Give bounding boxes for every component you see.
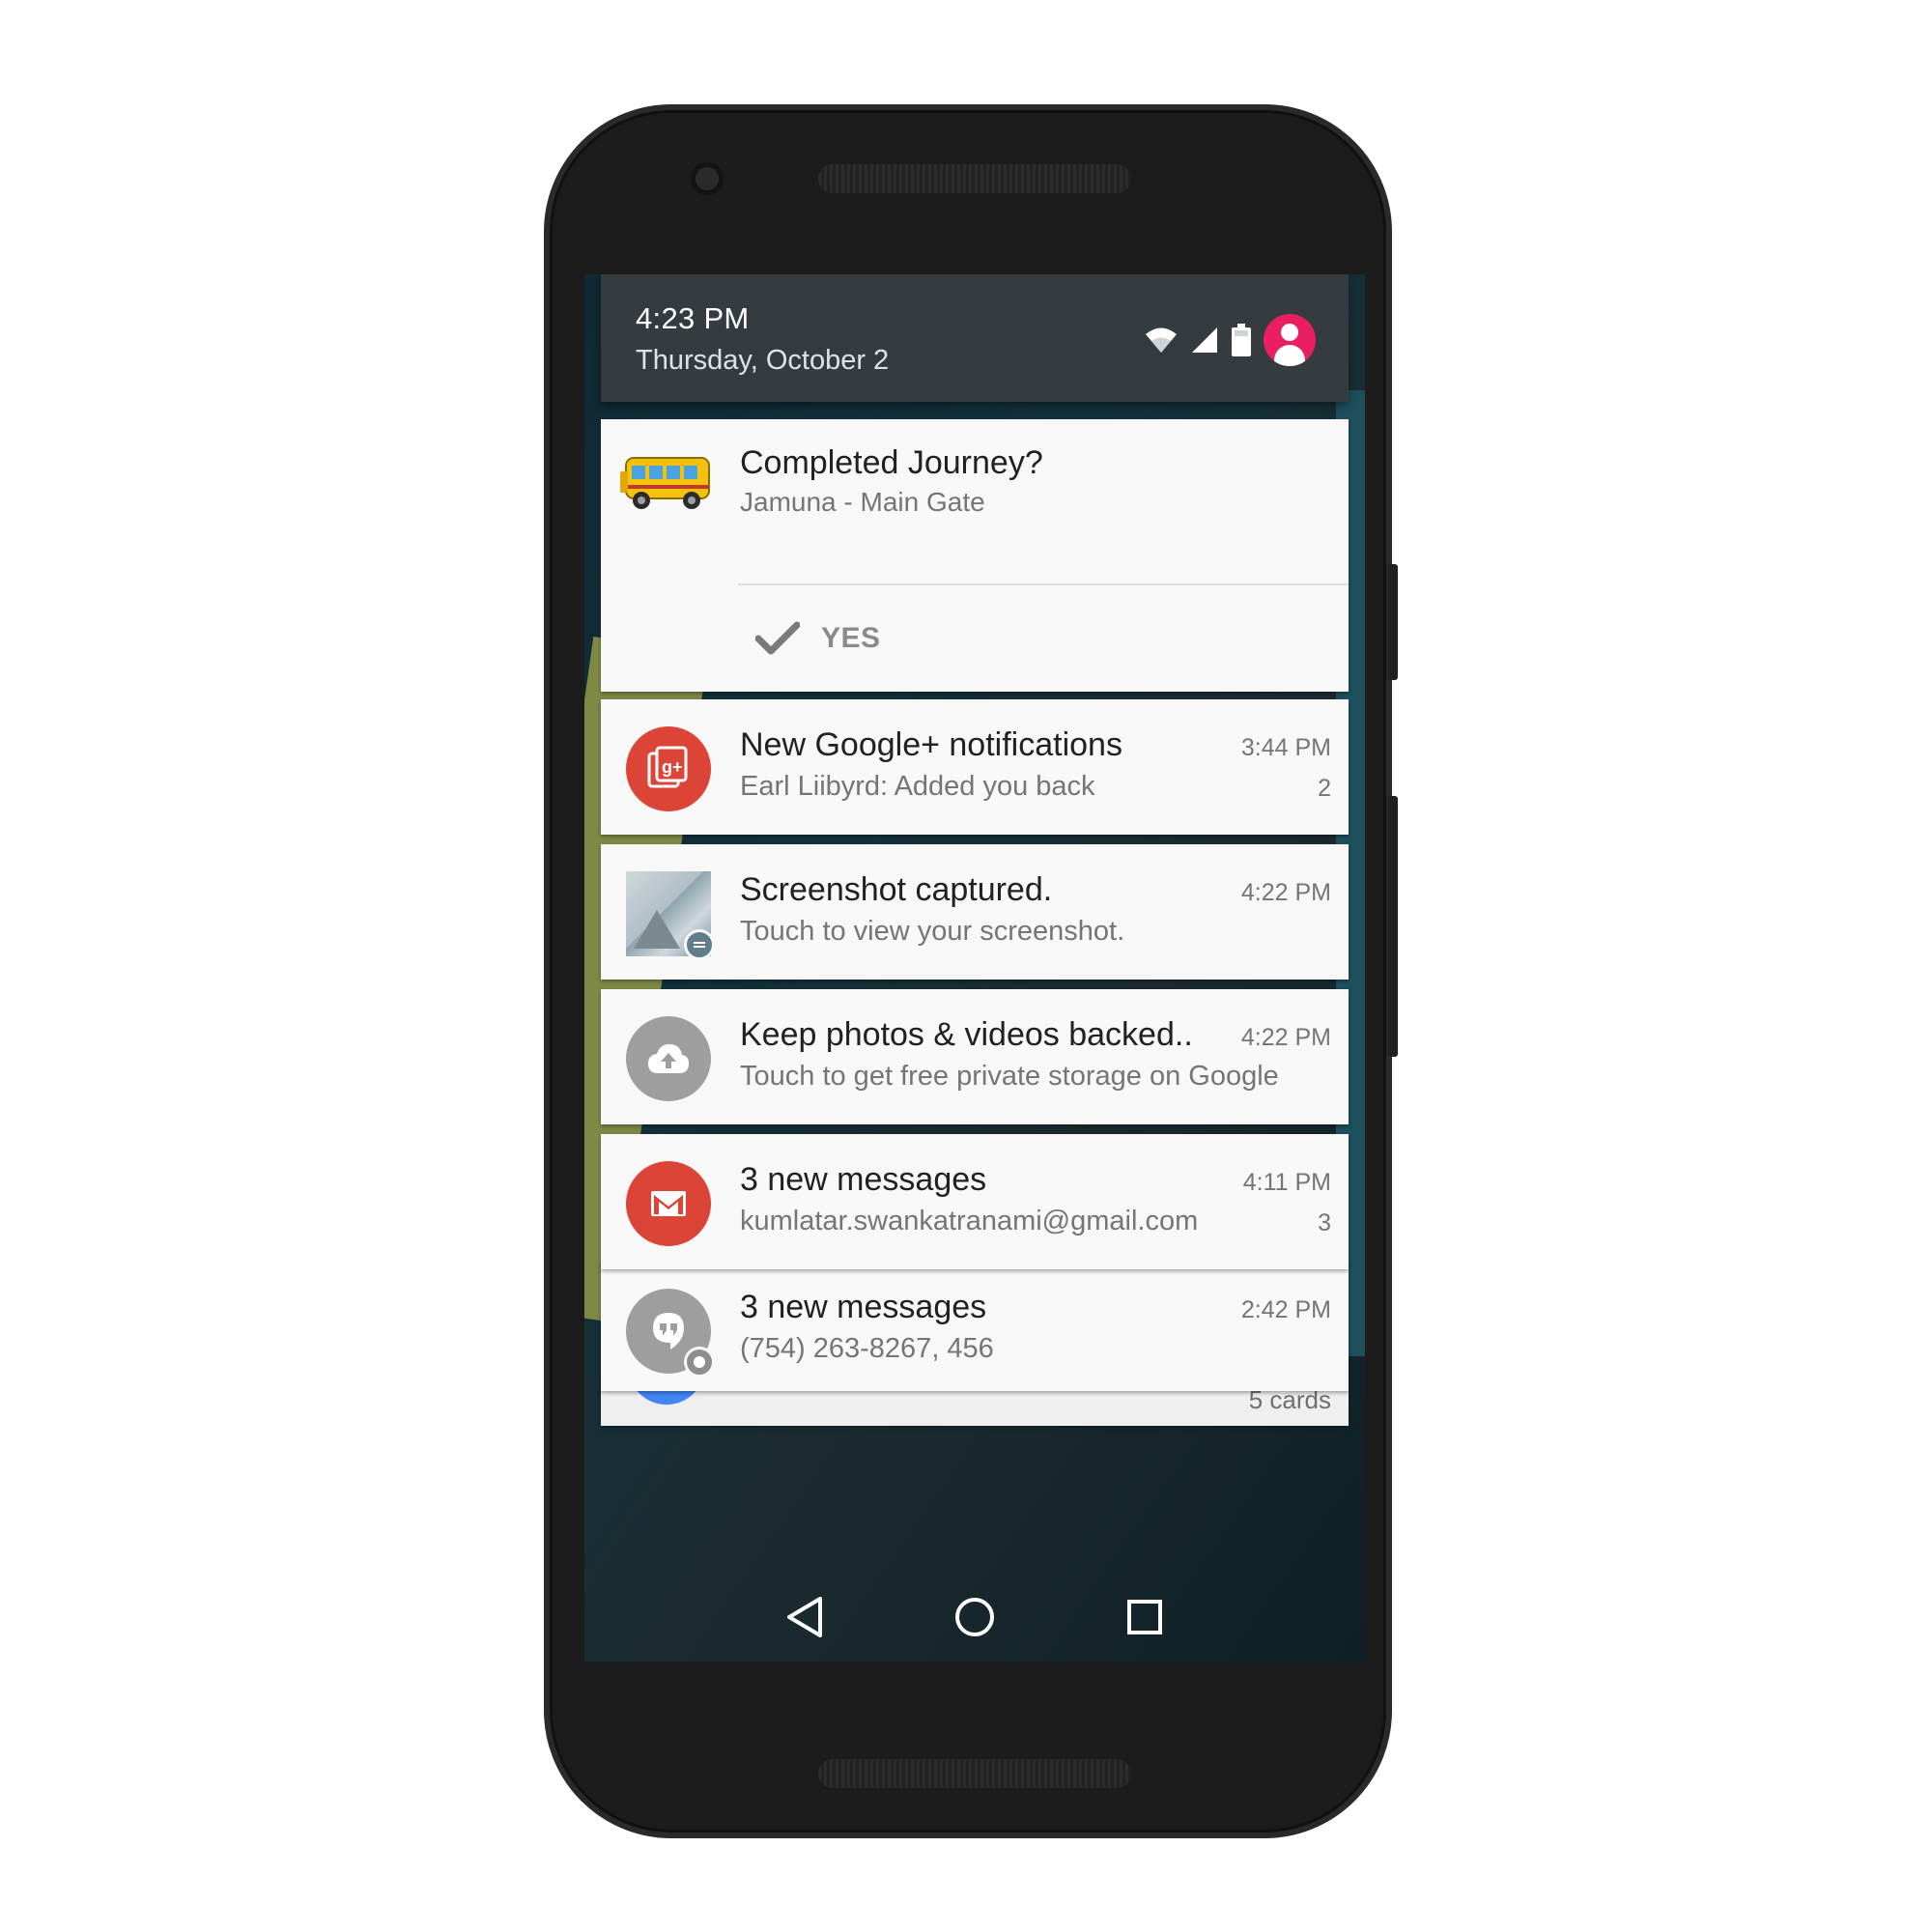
notification-title: Screenshot captured. — [740, 871, 1053, 908]
notification-time: 4:11 PM — [1242, 1169, 1331, 1196]
recents-button[interactable] — [1116, 1588, 1174, 1646]
yes-label: YES — [821, 622, 881, 654]
power-button — [1388, 564, 1398, 680]
cloud-upload-icon — [626, 1016, 711, 1101]
check-icon — [755, 621, 800, 655]
bottom-speaker — [818, 1759, 1131, 1788]
wifi-icon — [1146, 327, 1177, 353]
notification-subtitle: Touch to get free private storage on Goo… — [740, 1061, 1279, 1092]
user-avatar-icon[interactable] — [1264, 314, 1316, 366]
notification-hangouts[interactable]: 3 new messages (754) 263-8267, 456 2:42 … — [601, 1262, 1349, 1391]
back-icon — [787, 1597, 822, 1637]
gmail-icon — [626, 1161, 711, 1246]
notification-google-plus[interactable]: g+ New Google+ notifications Earl Liibyr… — [601, 699, 1349, 835]
home-button[interactable] — [946, 1588, 1004, 1646]
notification-title: Completed Journey? — [740, 444, 1043, 481]
notification-screenshot[interactable]: Screenshot captured. Touch to view your … — [601, 844, 1349, 980]
svg-text:g+: g+ — [662, 757, 683, 777]
notification-gmail[interactable]: 3 new messages kumlatar.swankatranami@gm… — [601, 1134, 1349, 1269]
notification-title: 3 new messages — [740, 1161, 987, 1198]
notification-icon-wrap — [626, 1161, 711, 1246]
notification-subtitle: Jamuna - Main Gate — [740, 487, 985, 517]
navigation-bar — [584, 1574, 1365, 1661]
hangouts-glyph — [653, 1313, 684, 1350]
battery-icon — [1232, 324, 1251, 356]
notification-count: 2 — [1318, 775, 1331, 802]
cloud-glyph — [648, 1044, 689, 1073]
cell-signal-icon — [1192, 327, 1217, 353]
notification-time: 4:22 PM — [1240, 879, 1331, 906]
notification-icon-wrap — [626, 1016, 711, 1101]
notification-icon-wrap — [626, 1289, 715, 1378]
divider — [738, 583, 1349, 585]
notification-count: 3 — [1318, 1209, 1331, 1236]
notification-time: 3:44 PM — [1240, 734, 1331, 761]
notification-time: 4:22 PM — [1240, 1024, 1331, 1051]
hangouts-badge-icon — [684, 1347, 715, 1378]
top-speaker — [818, 164, 1131, 193]
notification-header[interactable]: 4:23 PM Thursday, October 2 — [601, 274, 1349, 402]
volume-button — [1388, 796, 1398, 1057]
back-button[interactable] — [776, 1588, 834, 1646]
home-icon — [955, 1598, 994, 1636]
date: Thursday, October 2 — [636, 345, 890, 376]
envelope-glyph — [651, 1191, 686, 1216]
status-icons — [1144, 313, 1316, 367]
phone-frame: 4:23 PM Thursday, October 2 Completed Jo… — [544, 104, 1398, 1838]
notification-icon-wrap — [626, 871, 715, 960]
avatar-head — [1281, 324, 1298, 341]
google-plus-icon: g+ — [626, 726, 711, 811]
bus-icon — [620, 457, 710, 509]
notification-title: 3 new messages — [740, 1289, 987, 1325]
notification-title: Keep photos & videos backed.. — [740, 1016, 1193, 1053]
notification-time: 2:42 PM — [1240, 1296, 1331, 1323]
yes-button[interactable]: YES — [755, 611, 881, 667]
recents-icon — [1127, 1600, 1162, 1634]
google-plus-glyph: g+ — [647, 746, 688, 788]
notification-photos-backup[interactable]: Keep photos & videos backed.. Touch to g… — [601, 989, 1349, 1124]
notification-subtitle: Earl Liibyrd: Added you back — [740, 771, 1095, 802]
notification-title: New Google+ notifications — [740, 726, 1122, 763]
notification-subtitle: (754) 263-8267, 456 — [740, 1333, 994, 1364]
notification-subtitle: kumlatar.swankatranami@gmail.com — [740, 1206, 1199, 1236]
front-camera — [691, 162, 724, 195]
notification-journey[interactable]: Completed Journey? Jamuna - Main Gate YE… — [601, 419, 1349, 692]
notification-subtitle: Touch to view your screenshot. — [740, 916, 1125, 947]
avatar-body — [1274, 345, 1305, 366]
clock: 4:23 PM — [636, 301, 750, 335]
screen: 4:23 PM Thursday, October 2 Completed Jo… — [584, 274, 1365, 1662]
notification-icon-wrap: g+ — [626, 726, 711, 811]
screenshot-badge-icon — [684, 929, 715, 960]
